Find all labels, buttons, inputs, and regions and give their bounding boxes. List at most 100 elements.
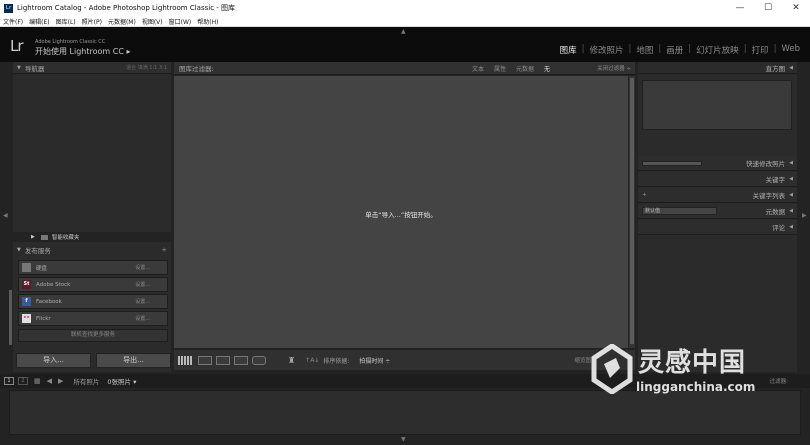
filter-metadata[interactable]: 元数据 — [511, 64, 539, 73]
menu-file[interactable]: 文件(F) — [0, 17, 26, 26]
menu-window[interactable]: 窗口(W) — [166, 17, 195, 26]
library-toolbar: ♜ ↑A↓ 排序依据: 拍摄时间 ÷ 缩览图 ▾ — [174, 350, 635, 370]
identity-get-started[interactable]: 开始使用 Lightroom CC ▸ — [35, 46, 130, 57]
grid-view-icon[interactable] — [178, 355, 192, 365]
publish-service-row[interactable]: f Facebook 设置... — [18, 294, 168, 309]
publish-service-row[interactable]: St Adobe Stock 设置... — [18, 277, 168, 292]
left-panel-toggle-icon[interactable]: ◀ — [3, 212, 8, 219]
filter-attribute[interactable]: 属性 — [489, 64, 511, 73]
histogram-header[interactable]: 直方图 ◀ — [638, 62, 797, 74]
menu-edit[interactable]: 编辑(E) — [26, 17, 52, 26]
play-arrow-icon: ▸ — [126, 47, 131, 56]
lightroom-window: Lr Lightroom Catalog - Adobe Photoshop L… — [0, 0, 810, 445]
module-book[interactable]: 画册 — [664, 44, 685, 56]
loupe-view-icon[interactable] — [198, 355, 212, 365]
grid-scrollbar[interactable] — [629, 76, 635, 348]
navigator-preview — [13, 74, 171, 236]
collapse-triangle-icon: ◀ — [789, 64, 793, 71]
scrollbar-thumb[interactable] — [630, 78, 634, 344]
watermark: 灵感中国 lingganchina.com — [588, 340, 798, 400]
survey-view-icon[interactable] — [234, 355, 248, 365]
source-label[interactable]: 所有照片 — [73, 376, 99, 386]
add-service-icon[interactable]: + — [161, 246, 167, 254]
compare-view-icon[interactable] — [216, 355, 230, 365]
comments-header[interactable]: 评论 ◀ — [638, 220, 797, 235]
collapse-triangle-icon: ◀ — [789, 176, 793, 182]
module-slideshow[interactable]: 幻灯片放映 — [694, 44, 741, 56]
module-picker: 图库 | 修改照片 | 地图 | 画册 | 幻灯片放映 | 打印 | Web — [558, 44, 802, 56]
smart-collections-row[interactable]: ▶ 智能收藏夹 — [13, 232, 171, 242]
module-separator: | — [628, 44, 632, 54]
bottom-panel-toggle-icon[interactable]: ▼ — [401, 436, 406, 443]
filter-none[interactable]: 无 — [539, 64, 555, 73]
second-window-button[interactable]: 2 — [18, 377, 28, 385]
left-panel-scrollbar[interactable] — [9, 290, 12, 345]
navigator-header[interactable]: ▼ 导航器 适合 填满 1:1 3:1 — [13, 62, 171, 74]
export-button[interactable]: 导出... — [96, 353, 171, 368]
quick-develop-header[interactable]: 快速修改照片 ◀ — [638, 156, 797, 171]
identity-product: Adobe Lightroom Classic CC — [35, 39, 106, 45]
watermark-url: lingganchina.com — [636, 380, 756, 394]
library-filter-bar: 图库过滤器: 文本 属性 元数据 无 关闭过滤器 ÷ — [174, 62, 635, 75]
collapse-triangle-icon: ◀ — [789, 160, 793, 166]
service-setup-link[interactable]: 设置... — [135, 298, 150, 305]
sort-dropdown[interactable]: 拍摄时间 ÷ — [353, 356, 390, 365]
module-web[interactable]: Web — [779, 44, 802, 56]
metadata-preset-dropdown[interactable]: 默认值 — [642, 207, 717, 215]
identity-plate[interactable]: Adobe Lightroom Classic CC 开始使用 Lightroo… — [35, 39, 130, 57]
expand-triangle-icon: ▶ — [31, 234, 35, 240]
service-setup-link[interactable]: 设置... — [135, 264, 150, 271]
module-separator: | — [773, 44, 777, 54]
publish-service-row[interactable]: 硬盘 设置... — [18, 260, 168, 275]
module-library[interactable]: 图库 — [558, 44, 579, 56]
menu-help[interactable]: 帮助(H) — [194, 17, 221, 26]
menu-photo[interactable]: 照片(P) — [79, 17, 105, 26]
maximize-button[interactable]: ☐ — [754, 3, 782, 13]
navigator-title: 导航器 — [24, 64, 45, 73]
service-label: Adobe Stock — [36, 281, 71, 288]
keywording-header[interactable]: 关键字 ◀ — [638, 172, 797, 187]
spray-can-icon[interactable]: ♜ — [288, 356, 295, 365]
publish-service-row[interactable]: •• Flickr 设置... — [18, 311, 168, 326]
keywording-title: 关键字 — [765, 176, 786, 184]
quick-develop-slider[interactable] — [642, 161, 702, 166]
close-filter-dropdown[interactable]: 关闭过滤器 ÷ — [597, 64, 631, 72]
forward-arrow-icon[interactable]: ▶ — [58, 377, 63, 385]
publish-services-header[interactable]: ▼ 发布服务 + — [13, 244, 171, 256]
right-panel-toggle-icon[interactable]: ▶ — [802, 212, 807, 219]
close-button[interactable]: ✕ — [782, 3, 810, 13]
menu-library[interactable]: 图库(L) — [53, 17, 79, 26]
navigator-zoom-options[interactable]: 适合 填满 1:1 3:1 — [126, 64, 167, 71]
import-button[interactable]: 导入... — [16, 353, 91, 368]
filter-options: 文本 属性 元数据 无 — [467, 64, 555, 73]
lr-logo: Lr — [10, 37, 23, 55]
hard-drive-icon — [22, 263, 31, 272]
minimize-button[interactable]: — — [726, 3, 754, 13]
filter-text[interactable]: 文本 — [467, 64, 489, 73]
grid-icon[interactable]: ▦ — [34, 377, 41, 385]
find-more-services-button[interactable]: 联机查找更多服务 — [18, 329, 168, 342]
sort-direction-icon[interactable]: ↑A↓ — [305, 357, 319, 364]
left-panel: ▼ 导航器 适合 填满 1:1 3:1 ▶ 智能收藏夹 ▼ 发布服务 + 硬盘 … — [13, 62, 171, 372]
top-panel-toggle-icon[interactable]: ▲ — [401, 28, 406, 35]
collapse-triangle-icon: ◀ — [789, 224, 793, 230]
main-window-button[interactable]: 1 — [4, 377, 14, 385]
library-filter-label: 图库过滤器: — [179, 65, 214, 73]
menu-metadata[interactable]: 元数据(M) — [105, 17, 139, 26]
module-separator: | — [658, 44, 662, 54]
module-print[interactable]: 打印 — [750, 44, 771, 56]
module-separator: | — [581, 44, 585, 54]
service-setup-link[interactable]: 设置... — [135, 315, 150, 322]
people-view-icon[interactable] — [252, 355, 266, 365]
smart-collection-icon — [40, 234, 48, 240]
module-develop[interactable]: 修改照片 — [588, 44, 626, 56]
menu-view[interactable]: 视图(V) — [139, 17, 166, 26]
metadata-header[interactable]: 默认值 元数据 ◀ — [638, 204, 797, 219]
module-map[interactable]: 地图 — [634, 44, 655, 56]
service-setup-link[interactable]: 设置... — [135, 281, 150, 288]
add-keyword-icon[interactable]: + — [642, 192, 647, 198]
lightroom-app-icon: Lr — [4, 3, 13, 13]
keyword-list-header[interactable]: + 关键字列表 ◀ — [638, 188, 797, 203]
photo-count[interactable]: 0张照片 ▾ — [107, 376, 136, 386]
back-arrow-icon[interactable]: ◀ — [47, 377, 52, 385]
